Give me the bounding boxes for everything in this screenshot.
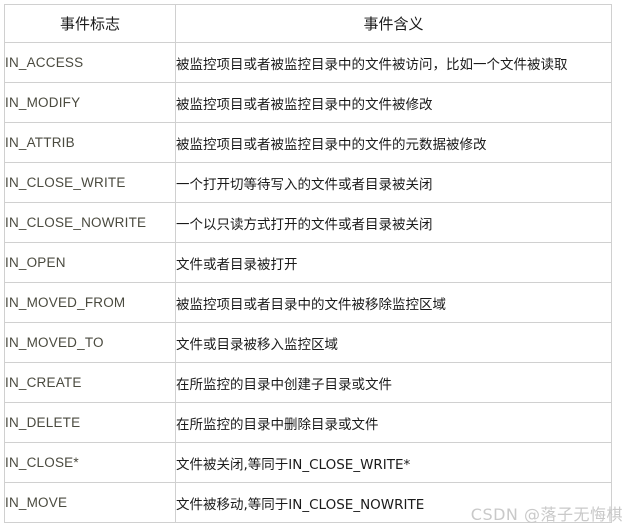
table-row: IN_MOVED_FROM 被监控项目或者目录中的文件被移除监控区域 — [4, 282, 612, 323]
table-header-row: 事件标志 事件含义 — [4, 4, 612, 43]
event-flag-cell: IN_DELETE — [4, 402, 176, 443]
event-flag-cell: IN_MOVE — [4, 482, 176, 523]
event-meaning-cell: 文件被移动,等同于IN_CLOSE_NOWRITE — [175, 482, 612, 523]
table-row: IN_ATTRIB 被监控项目或者被监控目录中的文件的元数据被修改 — [4, 122, 612, 163]
event-meaning-cell: 被监控项目或者被监控目录中的文件被访问，比如一个文件被读取 — [175, 42, 612, 83]
event-flags-table-container: 事件标志 事件含义 IN_ACCESS 被监控项目或者被监控目录中的文件被访问，… — [4, 4, 612, 523]
table-row: IN_MODIFY 被监控项目或者被监控目录中的文件被修改 — [4, 82, 612, 123]
event-flag-cell: IN_CLOSE* — [4, 442, 176, 483]
table-row: IN_DELETE 在所监控的目录中删除目录或文件 — [4, 402, 612, 443]
table-header: 事件标志 事件含义 — [4, 4, 612, 43]
event-meaning-cell: 文件被关闭,等同于IN_CLOSE_WRITE* — [175, 442, 612, 483]
table-row: IN_CLOSE_WRITE 一个打开切等待写入的文件或者目录被关闭 — [4, 162, 612, 203]
table-row: IN_MOVE 文件被移动,等同于IN_CLOSE_NOWRITE — [4, 482, 612, 523]
event-flag-cell: IN_CLOSE_NOWRITE — [4, 202, 176, 243]
table-row: IN_CREATE 在所监控的目录中创建子目录或文件 — [4, 362, 612, 403]
column-header-event-meaning: 事件含义 — [175, 4, 612, 43]
table-body: IN_ACCESS 被监控项目或者被监控目录中的文件被访问，比如一个文件被读取 … — [4, 42, 612, 523]
event-meaning-cell: 在所监控的目录中删除目录或文件 — [175, 402, 612, 443]
event-meaning-cell: 被监控项目或者目录中的文件被移除监控区域 — [175, 282, 612, 323]
event-meaning-cell: 一个以只读方式打开的文件或者目录被关闭 — [175, 202, 612, 243]
event-meaning-cell: 在所监控的目录中创建子目录或文件 — [175, 362, 612, 403]
event-meaning-cell: 一个打开切等待写入的文件或者目录被关闭 — [175, 162, 612, 203]
event-flag-cell: IN_ATTRIB — [4, 122, 176, 163]
event-flag-cell: IN_OPEN — [4, 242, 176, 283]
event-meaning-cell: 被监控项目或者被监控目录中的文件的元数据被修改 — [175, 122, 612, 163]
event-meaning-cell: 被监控项目或者被监控目录中的文件被修改 — [175, 82, 612, 123]
event-flags-table: 事件标志 事件含义 IN_ACCESS 被监控项目或者被监控目录中的文件被访问，… — [4, 4, 612, 523]
event-flag-cell: IN_MOVED_TO — [4, 322, 176, 363]
event-flag-cell: IN_CREATE — [4, 362, 176, 403]
column-header-event-flag: 事件标志 — [4, 4, 176, 43]
table-row: IN_CLOSE_NOWRITE 一个以只读方式打开的文件或者目录被关闭 — [4, 202, 612, 243]
event-flag-cell: IN_MOVED_FROM — [4, 282, 176, 323]
table-row: IN_OPEN 文件或者目录被打开 — [4, 242, 612, 283]
table-row: IN_MOVED_TO 文件或目录被移入监控区域 — [4, 322, 612, 363]
event-meaning-cell: 文件或目录被移入监控区域 — [175, 322, 612, 363]
table-row: IN_ACCESS 被监控项目或者被监控目录中的文件被访问，比如一个文件被读取 — [4, 42, 612, 83]
event-meaning-cell: 文件或者目录被打开 — [175, 242, 612, 283]
event-flag-cell: IN_CLOSE_WRITE — [4, 162, 176, 203]
table-row: IN_CLOSE* 文件被关闭,等同于IN_CLOSE_WRITE* — [4, 442, 612, 483]
event-flag-cell: IN_ACCESS — [4, 42, 176, 83]
event-flag-cell: IN_MODIFY — [4, 82, 176, 123]
